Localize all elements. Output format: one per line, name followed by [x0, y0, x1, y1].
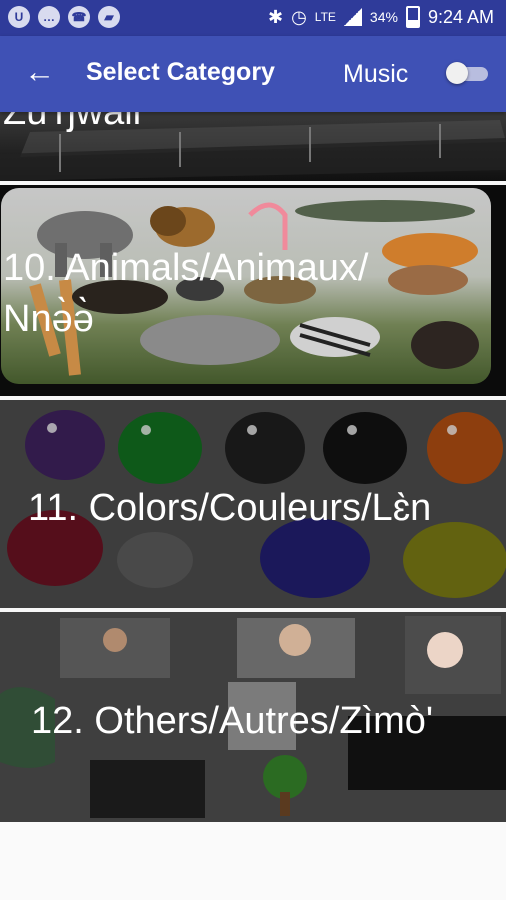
battery-icon — [405, 6, 420, 28]
alarm-icon: ◷ — [291, 6, 307, 27]
system-icons: ✱ ◷ LTE 34% 9:24 AM — [268, 6, 494, 28]
category-item-others[interactable]: 12. Others/Autres/Zìmò' — [0, 612, 506, 822]
battery-percent: 34% — [369, 9, 398, 25]
store-icon: ▰ — [98, 6, 120, 28]
toggle-thumb — [446, 62, 468, 84]
category-label: 11. Colors/Couleurs/Lɛ̀n — [28, 487, 432, 529]
category-item-colors[interactable]: 11. Colors/Couleurs/Lɛ̀n — [0, 400, 506, 608]
app-icon: U — [8, 6, 30, 28]
back-arrow-icon[interactable]: ← — [24, 56, 56, 89]
status-bar: U … ☎ ▰ ✱ ◷ LTE 34% 9:24 AM — [0, 0, 506, 36]
music-toggle[interactable] — [446, 62, 491, 84]
app-bar: ← Select Category Music — [0, 36, 506, 112]
music-label: Music — [343, 60, 409, 88]
category-label: Zu'ŋwàlǐ — [3, 112, 142, 133]
signal-icon — [343, 8, 362, 26]
category-item-9[interactable]: Zu'ŋwàlǐ — [0, 112, 506, 181]
whatsapp-icon: ☎ — [68, 6, 90, 28]
category-item-animals[interactable]: 10. Animals/Animaux/ Nnə̀ə̀ — [0, 185, 506, 396]
bluetooth-icon: ✱ — [267, 6, 284, 27]
category-label: 12. Others/Autres/Zìmò' — [31, 700, 434, 742]
network-type: LTE — [314, 9, 336, 24]
clock: 9:24 AM — [427, 6, 494, 27]
page-title: Select Category — [86, 58, 275, 86]
category-label: 10. Animals/Animaux/ Nnə̀ə̀ — [3, 247, 369, 341]
messages-icon: … — [38, 6, 60, 28]
notification-icons: U … ☎ ▰ — [8, 6, 120, 28]
